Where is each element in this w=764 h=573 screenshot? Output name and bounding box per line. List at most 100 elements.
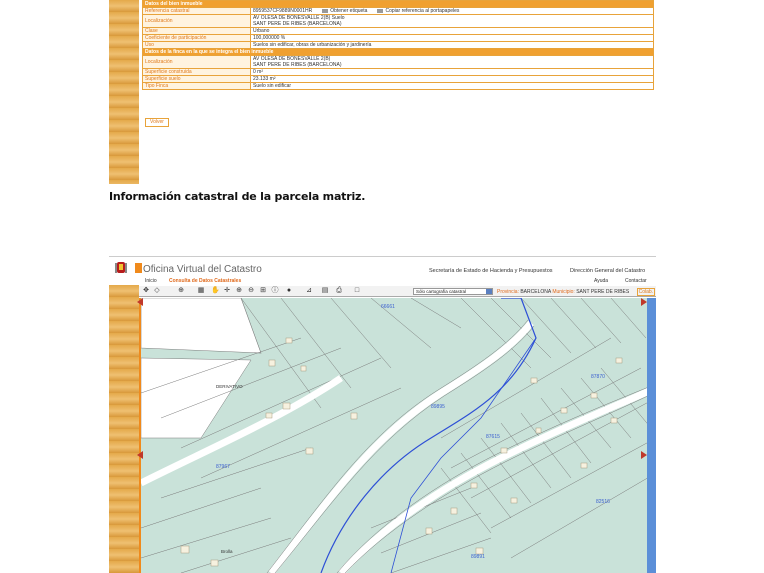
table-row: Coeficiente de participación 100,000000 % — [142, 34, 654, 42]
back-button[interactable]: Volver — [145, 118, 169, 127]
zoom-extent-icon[interactable]: ◇ — [153, 287, 161, 295]
table-row: Tipo Finca Suelo sin edificar — [142, 82, 654, 90]
row-value-text: 8959537CF9889N0001HR — [253, 8, 313, 14]
table-row: Localización AV OLESA DE BONESVALLE 2(B) S… — [142, 55, 654, 69]
table-row: Uso Suelos sin edificar, obras de urbaniz… — [142, 41, 654, 49]
info-icon[interactable]: ⓘ — [271, 287, 279, 295]
row-label: Clase — [142, 27, 251, 35]
row-value: 0 m² — [250, 68, 654, 76]
row-value: 23.133 m² — [250, 75, 654, 83]
table-row: Localización AV OLESA DE BONESVALLE 2(B) … — [142, 14, 654, 28]
hand-icon[interactable]: ✋ — [211, 287, 220, 295]
move-icon[interactable]: ✛ — [223, 287, 231, 295]
app-title: Oficina Virtual del Catastro — [143, 264, 262, 275]
measure-icon[interactable]: ⊿ — [305, 287, 313, 295]
section-title: Datos de la finca en la que se integra e… — [142, 48, 654, 56]
province-label: Provincia: — [497, 289, 519, 295]
row-value-line2: SANT PERE DE RIBES (BARCELONA) — [253, 62, 342, 68]
menu-help[interactable]: Ayuda — [594, 278, 608, 284]
map-scrollbar[interactable] — [647, 298, 656, 573]
layers-icon[interactable]: ▤ — [321, 287, 329, 295]
print-icon[interactable]: ⎙ — [335, 287, 343, 295]
menu-contact[interactable]: Contactar — [625, 278, 647, 284]
row-value-text: 23.133 m² — [253, 76, 276, 82]
viewer-header: Oficina Virtual del Catastro Secretaría … — [109, 256, 656, 278]
map-label: 87615 — [486, 434, 500, 440]
binoculars-icon[interactable]: ⊕ — [177, 287, 185, 295]
row-value: 100,000000 % — [250, 34, 654, 42]
link-hacienda[interactable]: Secretaría de Estado de Hacienda y Presu… — [429, 268, 553, 274]
row-value: Urbano — [250, 27, 654, 35]
row-value: AV OLESA DE BONESVALLE 2(B) Suelo SANT PE… — [250, 14, 654, 28]
section-title: Datos del bien inmueble — [142, 0, 654, 8]
menu-bar: Inicio Consulta de Datos Catastrales Ayu… — [137, 278, 656, 285]
menu-home[interactable]: Inicio — [145, 278, 157, 284]
menu-consulta-datos[interactable]: Consulta de Datos Catastrales — [169, 278, 241, 284]
parcel-data-table: Datos del bien inmueble Referencia catast… — [142, 0, 654, 90]
parcel-data-screenshot: Datos del bien inmueble Referencia catast… — [109, 0, 655, 184]
catastro-logo-icon — [135, 263, 142, 273]
layer-select[interactable]: Sólo cartografía catastral — [413, 288, 493, 295]
zoom-in-icon[interactable]: ⊕ — [235, 287, 243, 295]
decorative-side-band — [109, 285, 139, 573]
map-place-label: DERIVATIVO — [216, 384, 243, 389]
table-row: Superficie suelo 23.133 m² — [142, 75, 654, 83]
table-row: Superficie construida 0 m² — [142, 68, 654, 76]
province-value: BARCELONA — [520, 289, 551, 295]
row-value-text: Urbano — [253, 28, 270, 34]
chevron-down-icon[interactable] — [486, 289, 492, 294]
row-label: Referencia catastral — [142, 7, 251, 15]
zoom-window-icon[interactable]: ⊞ — [259, 287, 267, 295]
row-value: 8959537CF9889N0001HR Obtener etiqueta Copi… — [250, 7, 654, 15]
pan-up-left-icon[interactable] — [137, 298, 143, 306]
layer-select-value: Sólo cartografía catastral — [416, 289, 467, 294]
table-row: Referencia catastral 8959537CF9889N0001HR… — [142, 7, 654, 15]
clipboard-icon — [377, 8, 384, 13]
municipality-value: SANT PERE DE RIBES — [576, 289, 630, 295]
zoom-out-icon[interactable]: ⊖ — [247, 287, 255, 295]
row-label: Superficie suelo — [142, 75, 251, 83]
grid-icon[interactable]: ▦ — [197, 287, 205, 295]
colab-badge[interactable]: Colab. — [636, 288, 656, 296]
cadastral-map[interactable]: 66661 89895 87870 82516 87967 89891 8761… — [139, 298, 656, 573]
table-section-header: Datos del bien inmueble — [142, 0, 654, 8]
map-label: 82516 — [596, 499, 610, 505]
coat-of-arms-icon — [115, 262, 127, 273]
figure-caption: Información catastral de la parcela matr… — [109, 190, 366, 203]
map-canvas[interactable]: 66661 89895 87870 82516 87967 89891 8761… — [141, 298, 656, 573]
map-place-label: Brolla — [221, 549, 233, 554]
row-value-text: Suelo sin edificar — [253, 83, 292, 89]
row-label: Uso — [142, 41, 251, 49]
map-label: 87870 — [591, 374, 605, 380]
map-toolbar: ✥ ◇ ⊕ ▦ ✋ ✛ ⊕ ⊖ ⊞ ⓘ ● ⊿ ▤ ⎙ □ Sólo carto… — [139, 286, 656, 297]
table-row: Clase Urbano — [142, 27, 654, 35]
get-label-text: Obtener etiqueta — [330, 8, 368, 14]
pan-left-icon[interactable] — [137, 451, 143, 459]
copy-reference-link[interactable]: Copiar referencia al portapapeles — [377, 8, 460, 14]
map-label: 89895 — [431, 404, 445, 410]
row-value: Suelos sin edificar, obras de urbanizaci… — [250, 41, 654, 49]
copy-reference-text: Copiar referencia al portapapeles — [385, 8, 460, 14]
globe-icon[interactable]: ● — [285, 287, 293, 295]
map-label: 66661 — [381, 304, 395, 310]
get-label-link[interactable]: Obtener etiqueta — [322, 8, 368, 14]
table-section-header: Datos de la finca en la que se integra e… — [142, 48, 654, 56]
link-direccion-general[interactable]: Dirección General del Catastro — [570, 268, 645, 274]
row-label: Localización — [142, 14, 251, 28]
map-label: 87967 — [216, 464, 230, 470]
barcode-icon — [322, 8, 329, 13]
white-parcel — [141, 298, 262, 354]
clear-icon[interactable]: □ — [353, 287, 361, 295]
row-value-line2: SANT PERE DE RIBES (BARCELONA) — [253, 21, 342, 27]
pan-icon[interactable]: ✥ — [142, 287, 150, 295]
row-value-text: 100,000000 % — [253, 35, 286, 41]
row-value: Suelo sin edificar — [250, 82, 654, 90]
row-label: Localización — [142, 55, 251, 69]
row-value-text: Suelos sin edificar, obras de urbanizaci… — [253, 42, 372, 48]
row-value-text: 0 m² — [253, 69, 263, 75]
cadastre-viewer-screenshot: Oficina Virtual del Catastro Secretaría … — [109, 256, 656, 573]
map-label: 89891 — [471, 554, 485, 560]
decorative-side-band — [109, 0, 139, 184]
location-info: Provincia: BARCELONA Municipio: SANT PER… — [497, 288, 656, 296]
row-label: Coeficiente de participación — [142, 34, 251, 42]
